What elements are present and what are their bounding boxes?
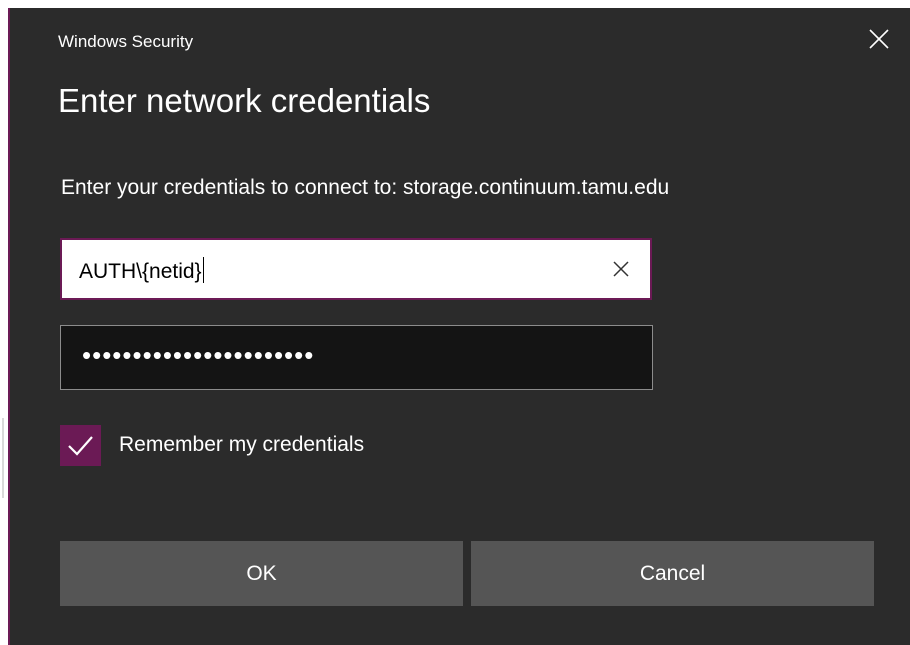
close-icon (869, 29, 889, 49)
dialog-description: Enter your credentials to connect to: st… (61, 176, 670, 199)
page-background-strip (0, 0, 8, 645)
clear-text-button[interactable] (612, 260, 630, 278)
window-title: Windows Security (58, 32, 194, 51)
username-value-wrap: AUTH\{netid} (79, 257, 204, 284)
ok-button[interactable]: OK (60, 541, 463, 606)
remember-credentials-checkbox[interactable]: Remember my credentials (60, 424, 365, 466)
dialog-heading: Enter network credentials (58, 82, 431, 119)
password-masked-value: ••••••••••••••••••••••• (82, 340, 315, 370)
username-input[interactable]: AUTH\{netid} (60, 238, 652, 300)
password-input[interactable]: ••••••••••••••••••••••• (60, 325, 653, 390)
remember-label: Remember my credentials (119, 433, 365, 456)
clear-icon (613, 261, 629, 277)
text-caret (202, 257, 204, 283)
close-button[interactable] (866, 26, 892, 52)
username-value: AUTH\{netid} (79, 260, 202, 283)
cancel-button[interactable]: Cancel (471, 541, 874, 606)
checkmark-icon (68, 435, 93, 456)
credentials-dialog: Windows Security Enter network credentia… (8, 8, 910, 645)
background-divider (2, 418, 4, 498)
checkbox-box[interactable] (60, 424, 101, 466)
